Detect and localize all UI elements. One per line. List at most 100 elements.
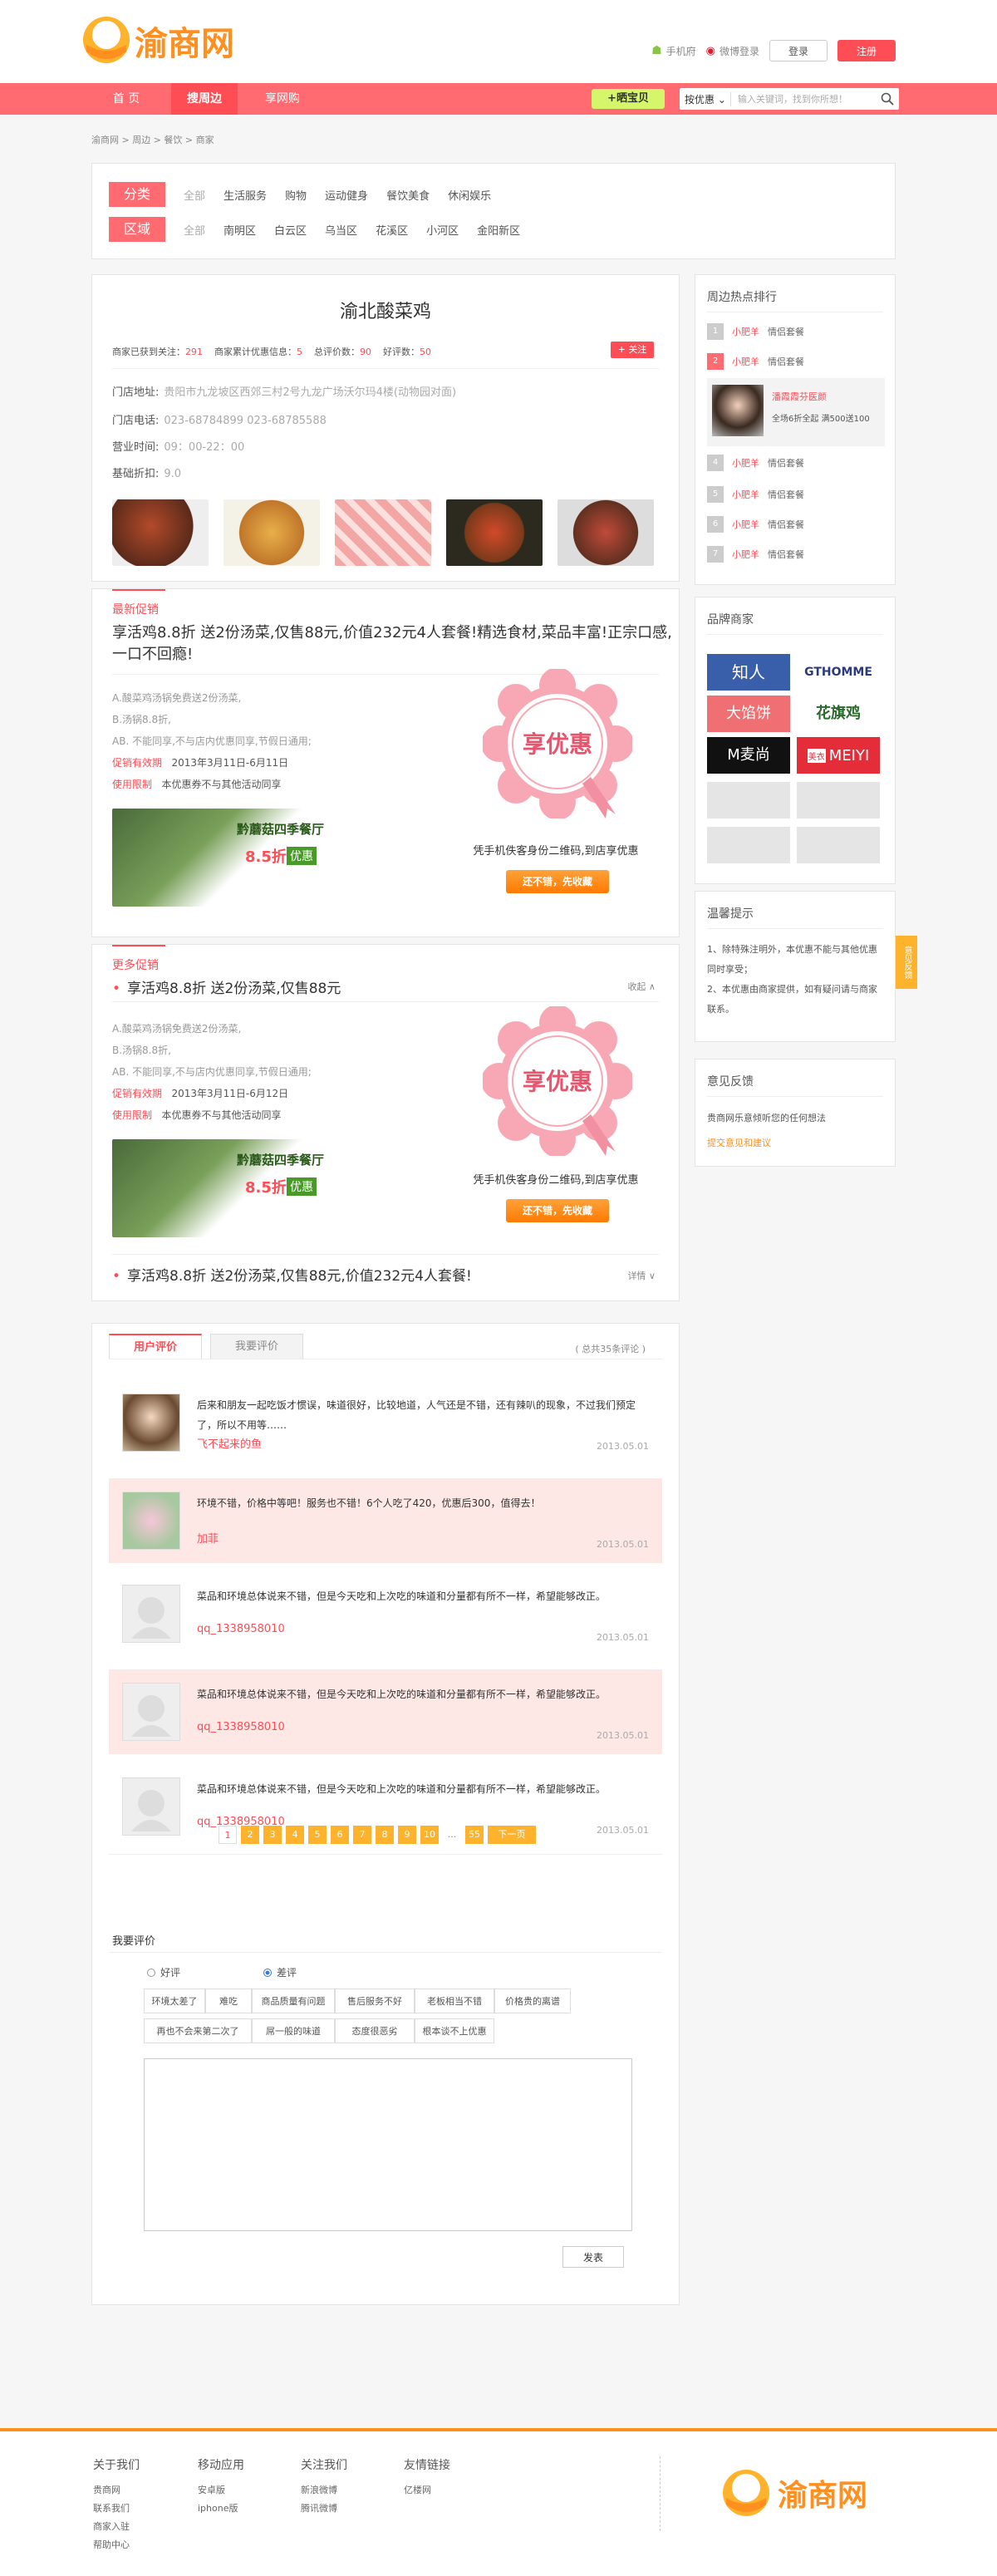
featured-rank[interactable]: 潘霞霞芬医颜 全场6折全起 满500送100 [707, 378, 885, 446]
review-tag[interactable]: 价格贵的离谱 [494, 1989, 571, 2013]
category-option[interactable]: 餐饮美食 [386, 187, 430, 203]
follow-button[interactable]: + 关注 [611, 342, 654, 358]
brand-logo[interactable]: 花旗鸡 [797, 696, 880, 732]
login-button[interactable]: 登录 [769, 40, 828, 61]
brand-logo[interactable]: 知人 [707, 654, 790, 691]
review-tag[interactable]: 环境太差了 [144, 1989, 205, 2013]
brand-logo[interactable]: 美衣 MEIYI [797, 737, 880, 774]
district-option[interactable]: 南明区 [223, 222, 256, 238]
district-option[interactable]: 小河区 [426, 222, 459, 238]
review-tag[interactable]: 再也不会来第二次了 [144, 2018, 252, 2043]
brand-logo[interactable]: 大馅饼 [707, 696, 790, 732]
page-link[interactable]: 8 [376, 1826, 394, 1844]
expand-link[interactable]: 详情 ∨ [627, 1269, 656, 1282]
promo-banner[interactable]: 黔蘑菇四季餐厅 8.5折 优惠 [112, 1139, 332, 1237]
review-user[interactable]: qq_1338958010 [197, 1623, 285, 1635]
category-all[interactable]: 全部 [184, 187, 205, 203]
tab-write-review[interactable]: 我要评价 [210, 1334, 303, 1359]
category-option[interactable]: 运动健身 [325, 187, 368, 203]
rating-good[interactable]: 好评 [147, 1965, 180, 1979]
brand-logo[interactable]: M麦尚 [707, 737, 790, 774]
review-tag[interactable]: 难吃 [205, 1989, 252, 2013]
collect-coupon-button[interactable]: 还不错，先收藏 [506, 870, 609, 893]
weibo-login-link[interactable]: ◉ 微博登录 [706, 44, 759, 58]
review-user[interactable]: 加菲 [197, 1530, 219, 1546]
footer-link[interactable]: 贵商网 [93, 2481, 140, 2500]
shop-photo[interactable] [112, 499, 209, 566]
district-option[interactable]: 白云区 [274, 222, 307, 238]
footer-link[interactable]: iphone版 [198, 2500, 244, 2518]
collapse-link[interactable]: 收起 ∧ [627, 980, 656, 993]
brand-logo[interactable]: GTHOMME [797, 654, 880, 691]
collect-coupon-button[interactable]: 还不错，先收藏 [506, 1199, 609, 1222]
sell-button[interactable]: +晒宝贝 [592, 89, 665, 109]
rank-item[interactable]: 5 小肥羊 情侣套餐 [707, 486, 804, 503]
rank-item[interactable]: 7 小肥羊 情侣套餐 [707, 546, 804, 563]
avatar[interactable] [122, 1777, 180, 1836]
shop-photo[interactable] [335, 499, 431, 566]
category-option[interactable]: 购物 [285, 187, 307, 203]
more-promo-item[interactable]: 享活鸡8.8折 送2份汤菜,仅售88元,价值232元4人套餐! [112, 1264, 472, 1285]
footer-link[interactable]: 新浪微博 [301, 2481, 347, 2500]
page-link[interactable]: 9 [398, 1826, 416, 1844]
mobile-link[interactable]: ☗ 手机府 [651, 44, 696, 58]
rank-item[interactable]: 4 小肥羊 情侣套餐 [707, 455, 804, 471]
nav-home[interactable]: 首 页 [93, 83, 160, 115]
page-link[interactable]: 7 [353, 1826, 371, 1844]
avatar[interactable] [122, 1394, 180, 1452]
footer-link[interactable]: 联系我们 [93, 2500, 140, 2518]
shop-photo[interactable] [446, 499, 543, 566]
rank-item[interactable]: 2 小肥羊 情侣套餐 [707, 353, 804, 370]
tab-user-reviews[interactable]: 用户评价 [109, 1334, 202, 1359]
nav-shop-online[interactable]: 享网购 [249, 83, 316, 115]
promo-banner[interactable]: 黔蘑菇四季餐厅 8.5折 优惠 [112, 809, 332, 907]
footer-link[interactable]: 商家入驻 [93, 2518, 140, 2536]
district-option[interactable]: 金阳新区 [477, 222, 520, 238]
rating-bad[interactable]: 差评 [263, 1965, 297, 1979]
category-option[interactable]: 生活服务 [223, 187, 267, 203]
page-link[interactable]: 55 [465, 1826, 484, 1844]
review-tag[interactable]: 屌一般的味道 [252, 2018, 335, 2043]
footer-link[interactable]: 安卓版 [198, 2481, 244, 2500]
nav-nearby[interactable]: 搜周边 [171, 83, 238, 115]
review-tag[interactable]: 售后服务不好 [335, 1989, 415, 2013]
next-page-button[interactable]: 下一页 [488, 1826, 536, 1844]
district-option[interactable]: 乌当区 [325, 222, 357, 238]
review-user[interactable]: qq_1338958010 [197, 1721, 285, 1733]
review-user[interactable]: 飞不起来的鱼 [197, 1435, 262, 1451]
page-link[interactable]: 1 [219, 1826, 237, 1844]
shop-photo[interactable] [557, 499, 654, 566]
site-logo[interactable]: 渝商网 [81, 10, 281, 76]
search-input[interactable]: 输入关键词，找到你所想！ [731, 92, 881, 106]
review-tag[interactable]: 根本谈不上优惠 [415, 2018, 494, 2043]
rank-item[interactable]: 6 小肥羊 情侣套餐 [707, 516, 804, 533]
rank-item[interactable]: 1 小肥羊 情侣套餐 [707, 323, 804, 340]
page-link[interactable]: 4 [286, 1826, 304, 1844]
search-scope-select[interactable]: 按优惠 ⌄ [680, 91, 731, 106]
search-icon[interactable] [881, 92, 894, 106]
page-link[interactable]: 10 [420, 1826, 439, 1844]
review-tag[interactable]: 老板相当不错 [415, 1989, 494, 2013]
review-tag[interactable]: 商品质量有问题 [252, 1989, 335, 2013]
page-link[interactable]: 3 [263, 1826, 282, 1844]
floating-feedback-tab[interactable]: 意见反馈 [896, 936, 917, 989]
avatar[interactable] [122, 1492, 180, 1550]
footer-logo[interactable]: 渝商网 [721, 2465, 912, 2523]
review-tag[interactable]: 态度很恶劣 [335, 2018, 415, 2043]
footer-link[interactable]: 帮助中心 [93, 2536, 140, 2554]
footer-link[interactable]: 腾讯微博 [301, 2500, 347, 2518]
avatar[interactable] [122, 1585, 180, 1643]
avatar[interactable] [122, 1683, 180, 1741]
submit-review-button[interactable]: 发表 [562, 2246, 624, 2268]
register-button[interactable]: 注册 [837, 40, 896, 61]
feedback-link[interactable]: 提交意见和建议 [707, 1136, 771, 1149]
page-link[interactable]: 6 [331, 1826, 349, 1844]
category-option[interactable]: 休闲娱乐 [448, 187, 491, 203]
footer-link[interactable]: 亿楼网 [404, 2481, 450, 2500]
more-promo-item[interactable]: 享活鸡8.8折 送2份汤菜,仅售88元 [112, 976, 341, 997]
page-link[interactable]: 5 [308, 1826, 327, 1844]
page-link[interactable]: 2 [241, 1826, 259, 1844]
district-option[interactable]: 花溪区 [376, 222, 408, 238]
review-textarea[interactable] [144, 2058, 632, 2231]
district-all[interactable]: 全部 [184, 222, 205, 238]
